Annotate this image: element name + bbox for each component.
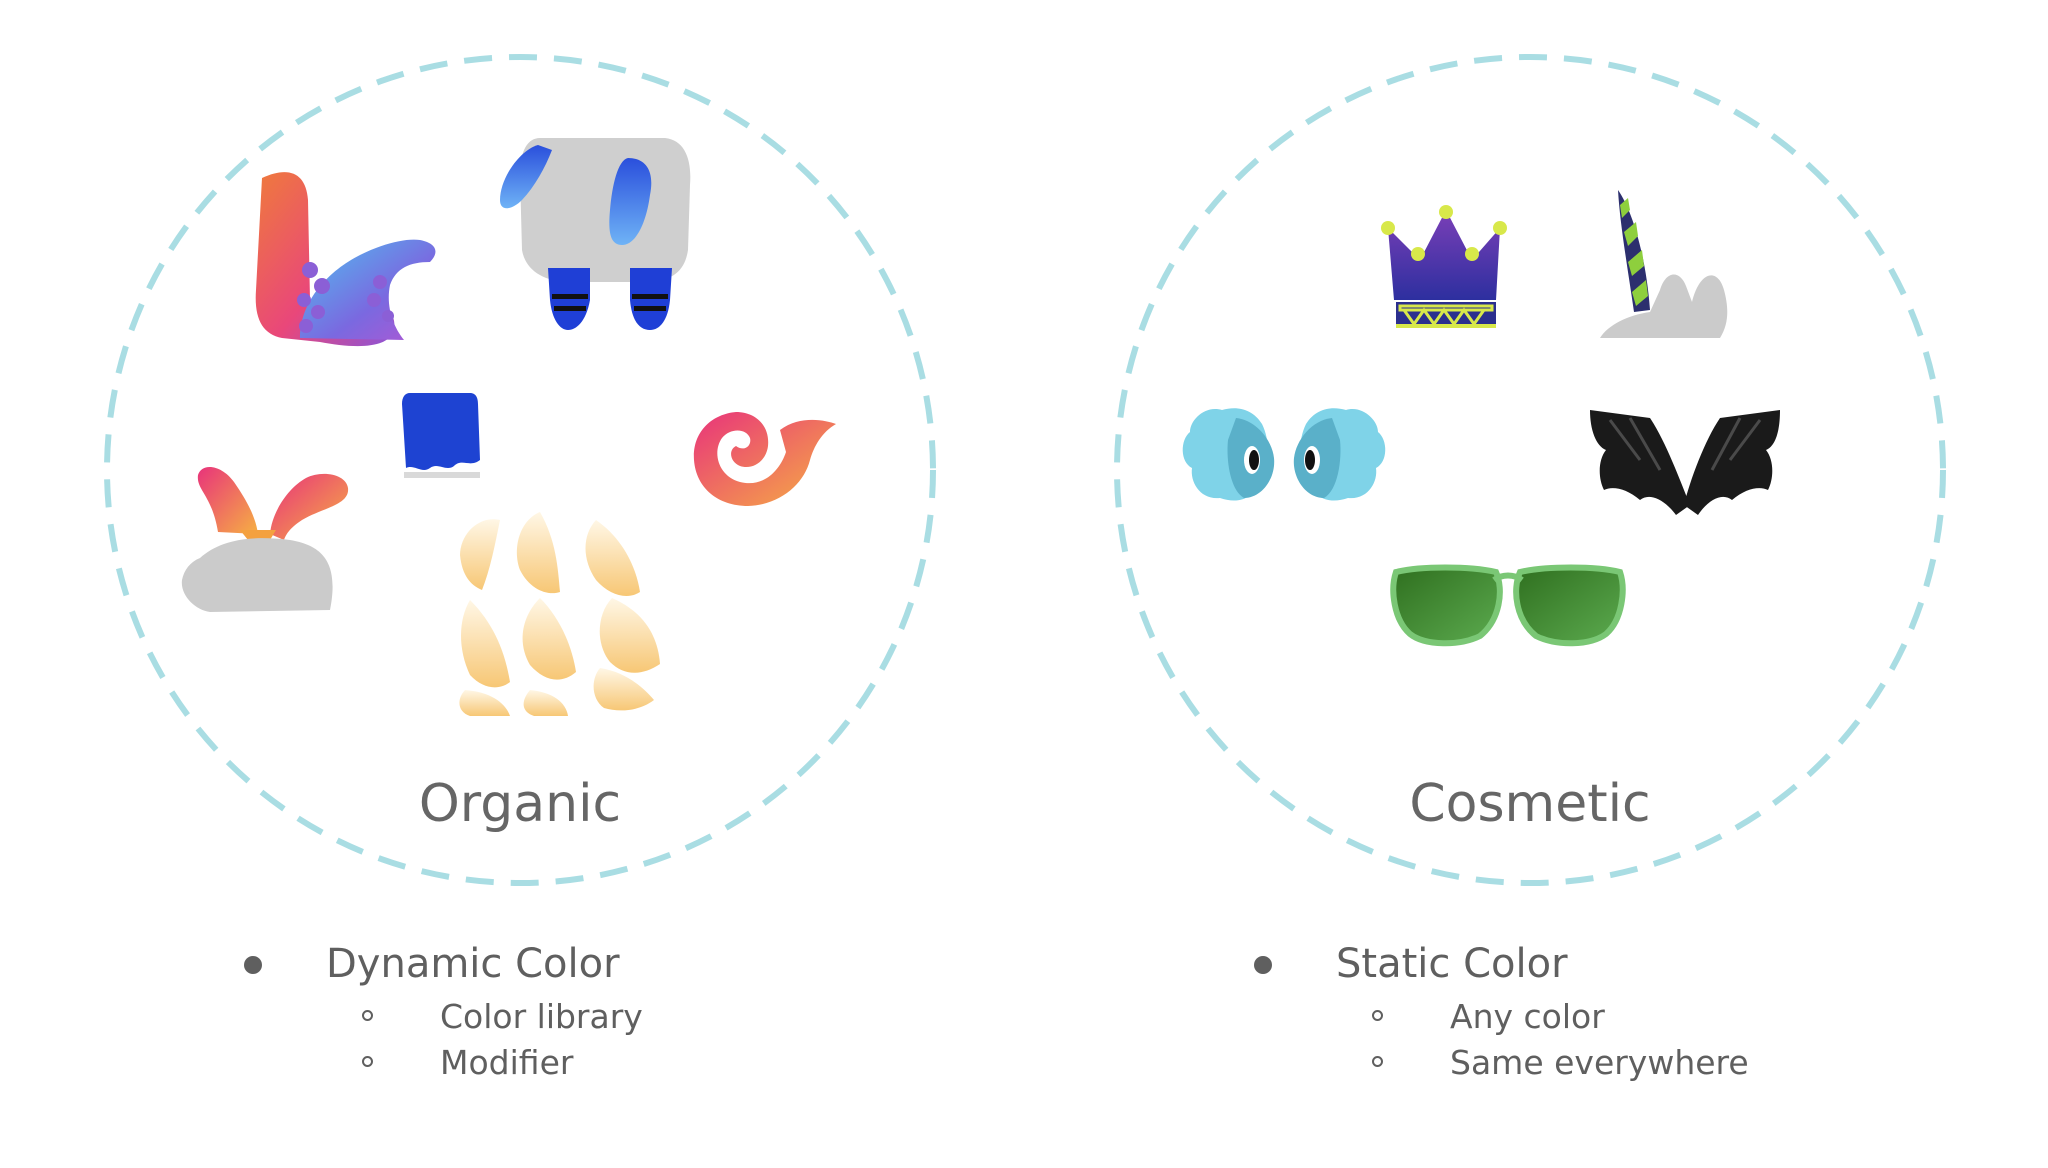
bullet-ring-icon (362, 1010, 373, 1021)
scales-icon (459, 512, 660, 716)
blue-cape-icon (402, 393, 480, 478)
crown-icon (1381, 205, 1507, 328)
list-item: Any color (1254, 994, 1749, 1040)
organic-title: Organic (418, 774, 622, 834)
bullet-ring-icon (1372, 1010, 1383, 1021)
unicorn-horn-icon (1600, 190, 1728, 338)
elephant-ears-icon (500, 138, 691, 330)
list-item: Color library (244, 994, 643, 1040)
bullet-dot-icon (244, 956, 262, 974)
cosmetic-item: Any color (1450, 997, 1605, 1036)
list-item: Modifier (244, 1040, 643, 1086)
bullet-ring-icon (362, 1056, 373, 1067)
list-item: Same everywhere (1254, 1040, 1749, 1086)
cosmetic-item: Same everywhere (1450, 1043, 1749, 1082)
cosmetic-heading: Static Color (1336, 941, 1568, 987)
list-item: Dynamic Color (244, 934, 643, 994)
cosmetic-bullet-list: Static Color Any color Same everywhere (1254, 934, 1749, 1086)
tentacle-icon (255, 172, 436, 347)
fish-eyes-icon (1182, 408, 1386, 501)
organic-item: Modifier (440, 1043, 574, 1082)
organic-bullet-list: Dynamic Color Color library Modifier (244, 934, 643, 1086)
bullet-dot-icon (1254, 956, 1272, 974)
cosmetic-title: Cosmetic (1409, 774, 1651, 834)
sunglasses-icon (1390, 564, 1626, 647)
bunny-ears-icon (181, 466, 349, 612)
spiral-tail-icon (693, 412, 836, 506)
organic-item: Color library (440, 997, 643, 1036)
list-item: Static Color (1254, 934, 1749, 994)
bat-wings-icon (1590, 410, 1780, 515)
organic-heading: Dynamic Color (326, 941, 620, 987)
diagram: Organic Cosmetic Dynamic Color Color lib… (0, 0, 2048, 1168)
bullet-ring-icon (1372, 1056, 1383, 1067)
